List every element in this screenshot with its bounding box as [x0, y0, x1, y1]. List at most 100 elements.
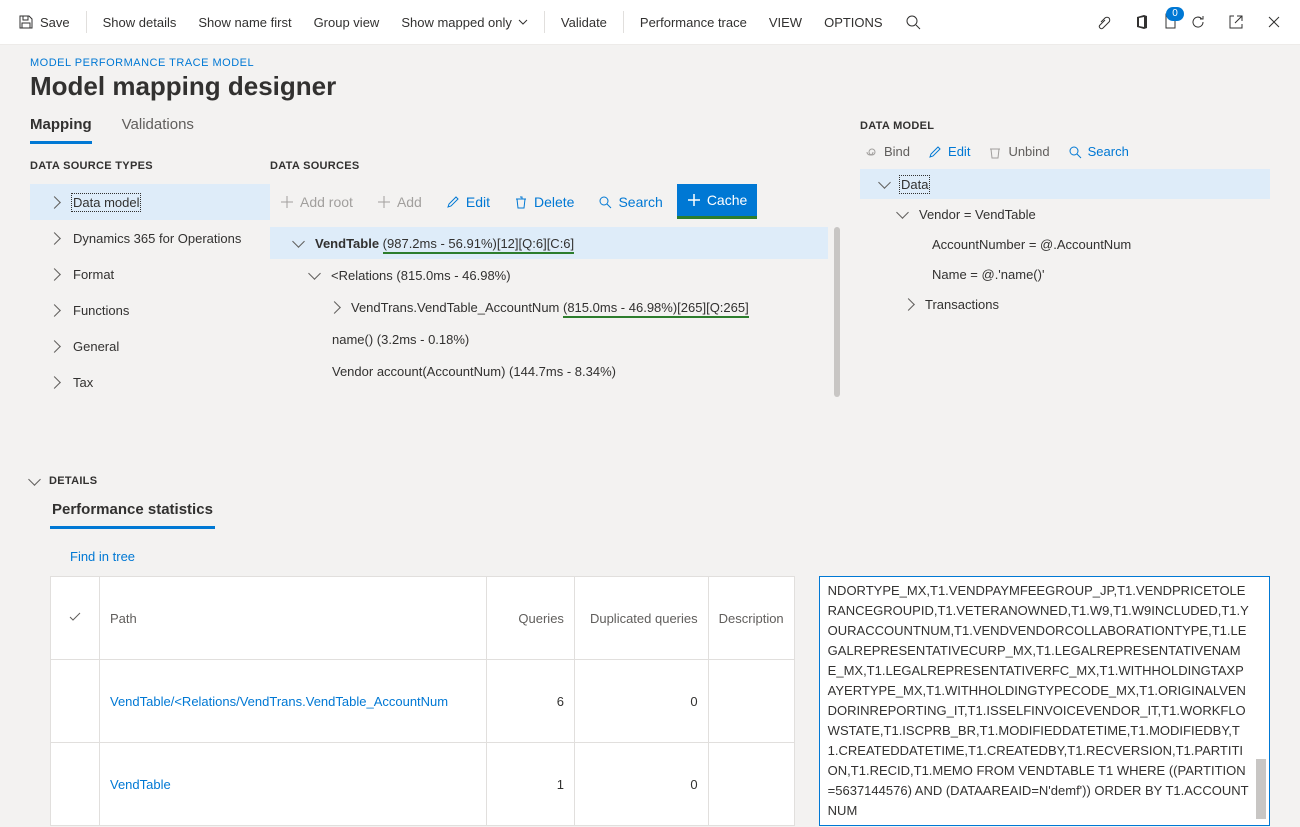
type-format[interactable]: Format	[30, 256, 270, 292]
table-row[interactable]: VendTable 1 0	[51, 743, 795, 826]
plus-icon	[687, 193, 701, 207]
select-all-checkbox[interactable]	[51, 577, 100, 660]
show-details-button[interactable]: Show details	[93, 6, 187, 38]
delete-icon	[988, 145, 1002, 159]
chevron-down-icon[interactable]	[292, 235, 305, 248]
save-icon	[18, 14, 34, 30]
row-checkbox[interactable]	[51, 660, 100, 743]
main-row: DATA SOURCE TYPES Data model Dynamics 36…	[0, 160, 1300, 447]
attach-icon[interactable]	[1096, 14, 1112, 30]
chevron-down-icon[interactable]	[878, 176, 891, 189]
close-icon[interactable]	[1266, 14, 1282, 30]
node-vendor[interactable]: Vendor = VendTable	[860, 199, 1270, 229]
sql-query-textarea[interactable]: NDORTYPE_MX,T1.VENDPAYMFEEGROUP_JP,T1.VE…	[819, 576, 1270, 826]
chevron-right-icon[interactable]	[328, 301, 341, 314]
details-body: Path Queries Duplicated queries Descript…	[50, 576, 1270, 826]
chevron-right-icon	[48, 376, 61, 389]
col-duplicated[interactable]: Duplicated queries	[574, 577, 708, 660]
scrollbar[interactable]	[1256, 759, 1266, 819]
edit-button[interactable]: Edit	[928, 144, 970, 159]
data-model-tree: Data Vendor = VendTable AccountNumber = …	[860, 169, 1270, 319]
page-title: Model mapping designer	[30, 71, 1270, 102]
add-root-button: Add root	[270, 186, 363, 218]
edit-button[interactable]: Edit	[436, 186, 500, 218]
cache-button[interactable]: Cache	[677, 184, 757, 219]
cell-path[interactable]: VendTable/<Relations/VendTrans.VendTable…	[100, 660, 487, 743]
breadcrumb[interactable]: MODEL PERFORMANCE TRACE MODEL	[30, 57, 1270, 69]
data-sources-panel: DATA SOURCES Add root Add Edit Delete Se…	[270, 160, 860, 447]
save-button[interactable]: Save	[8, 6, 80, 38]
search-icon	[1068, 145, 1082, 159]
row-checkbox[interactable]	[51, 743, 100, 826]
section-title: DATA SOURCES	[270, 160, 840, 172]
edit-icon	[446, 195, 460, 209]
chevron-right-icon	[48, 268, 61, 281]
find-in-tree-link[interactable]: Find in tree	[70, 549, 135, 564]
section-title: DATA SOURCE TYPES	[30, 160, 270, 172]
separator	[623, 11, 624, 33]
delete-button[interactable]: Delete	[504, 186, 584, 218]
group-view-button[interactable]: Group view	[304, 6, 390, 38]
col-description[interactable]: Description	[708, 577, 794, 660]
node-account-number[interactable]: AccountNumber = @.AccountNum	[860, 229, 1270, 259]
chevron-down-icon	[28, 473, 41, 486]
node-vendtrans[interactable]: VendTrans.VendTable_AccountNum (815.0ms …	[270, 291, 828, 323]
node-relations[interactable]: <Relations (815.0ms - 46.98%)	[270, 259, 828, 291]
document-button[interactable]: 0	[1162, 13, 1178, 32]
badge-count: 0	[1166, 7, 1184, 21]
unbind-button[interactable]: Unbind	[988, 144, 1049, 159]
popout-icon[interactable]	[1228, 14, 1244, 30]
tab-validations[interactable]: Validations	[122, 116, 194, 144]
scrollbar[interactable]	[834, 227, 840, 397]
chevron-down-icon[interactable]	[308, 267, 321, 280]
data-source-types-panel: DATA SOURCE TYPES Data model Dynamics 36…	[30, 160, 270, 447]
data-sources-toolbar: Add root Add Edit Delete Search Cache	[270, 184, 840, 219]
table-row[interactable]: VendTable/<Relations/VendTrans.VendTable…	[51, 660, 795, 743]
type-functions[interactable]: Functions	[30, 292, 270, 328]
view-menu[interactable]: VIEW	[759, 6, 812, 38]
show-mapped-only-button[interactable]: Show mapped only	[391, 6, 538, 38]
performance-table: Path Queries Duplicated queries Descript…	[50, 576, 795, 826]
type-tax[interactable]: Tax	[30, 364, 270, 400]
chevron-right-icon[interactable]	[902, 298, 915, 311]
col-path[interactable]: Path	[100, 577, 487, 660]
node-name[interactable]: Name = @.'name()'	[860, 259, 1270, 289]
type-d365[interactable]: Dynamics 365 for Operations	[30, 220, 270, 256]
node-vendtable[interactable]: VendTable (987.2ms - 56.91%)[12][Q:6][C:…	[270, 227, 828, 259]
options-menu[interactable]: OPTIONS	[814, 6, 893, 38]
bind-button[interactable]: Bind	[864, 144, 910, 159]
tab-performance-statistics[interactable]: Performance statistics	[50, 501, 215, 529]
search-button[interactable]: Search	[588, 186, 672, 218]
link-icon	[864, 145, 878, 159]
cell-duplicated: 0	[574, 743, 708, 826]
node-name-fn[interactable]: name() (3.2ms - 0.18%)	[270, 323, 828, 355]
search-icon	[905, 14, 921, 30]
tab-mapping[interactable]: Mapping	[30, 116, 92, 144]
col-queries[interactable]: Queries	[487, 577, 575, 660]
chevron-right-icon	[48, 304, 61, 317]
save-label: Save	[40, 15, 70, 30]
search-button[interactable]	[895, 6, 931, 38]
office-icon[interactable]	[1134, 14, 1150, 30]
refresh-icon[interactable]	[1190, 14, 1206, 30]
performance-trace-button[interactable]: Performance trace	[630, 6, 757, 38]
section-title: DATA MODEL	[860, 120, 1270, 132]
data-model-toolbar: Bind Edit Unbind Search	[860, 144, 1270, 159]
node-vendor-account[interactable]: Vendor account(AccountNum) (144.7ms - 8.…	[270, 355, 828, 387]
search-button[interactable]: Search	[1068, 144, 1129, 159]
chevron-down-icon	[518, 17, 528, 27]
show-name-first-button[interactable]: Show name first	[188, 6, 301, 38]
cell-queries: 6	[487, 660, 575, 743]
node-transactions[interactable]: Transactions	[860, 289, 1270, 319]
cell-queries: 1	[487, 743, 575, 826]
edit-icon	[928, 145, 942, 159]
type-data-model[interactable]: Data model	[30, 184, 270, 220]
node-data[interactable]: Data	[860, 169, 1270, 199]
type-general[interactable]: General	[30, 328, 270, 364]
separator	[544, 11, 545, 33]
cell-path[interactable]: VendTable	[100, 743, 487, 826]
chevron-down-icon[interactable]	[896, 206, 909, 219]
plus-icon	[377, 195, 391, 209]
validate-button[interactable]: Validate	[551, 6, 617, 38]
details-header[interactable]: DETAILS	[30, 475, 1270, 487]
